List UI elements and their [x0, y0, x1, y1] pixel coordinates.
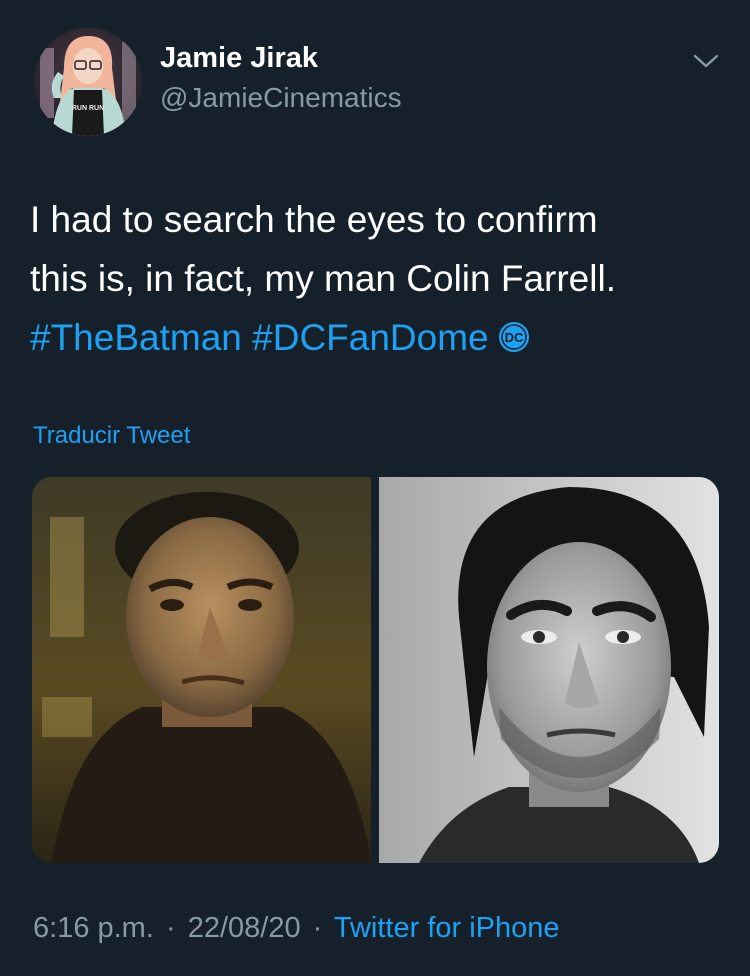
- media-grid: [32, 477, 719, 863]
- user-handle[interactable]: @JamieCinematics: [160, 82, 402, 114]
- photo-penguin-image: [32, 477, 371, 863]
- hashtag-dcfandome[interactable]: #DCFanDome: [252, 317, 488, 358]
- tweet-text: I had to search the eyes to confirm this…: [30, 190, 730, 367]
- dc-logo-text: DC: [504, 330, 523, 345]
- tweet-text-line: I had to search the eyes to confirm: [30, 199, 598, 240]
- avatar-shirt-text: RUN RUN: [72, 105, 104, 112]
- display-name[interactable]: Jamie Jirak: [160, 42, 318, 75]
- media-divider: [371, 477, 379, 863]
- tweet-date[interactable]: 22/08/20: [188, 912, 301, 944]
- tweet-text-line: this is, in fact, my man Colin Farrell.: [30, 258, 616, 299]
- meta-separator: ·: [312, 912, 323, 944]
- avatar[interactable]: RUN RUN: [34, 28, 142, 136]
- photo-penguin[interactable]: [32, 477, 371, 863]
- meta-separator: ·: [165, 912, 176, 944]
- dc-logo-icon: DC: [498, 322, 529, 352]
- tweet-meta: 6:16 p.m. · 22/08/20 · Twitter for iPhon…: [33, 912, 560, 945]
- tweet-source-link[interactable]: Twitter for iPhone: [334, 912, 560, 944]
- chevron-down-icon[interactable]: [692, 52, 720, 70]
- hashtag-line: #TheBatman #DCFanDome DC: [30, 308, 730, 367]
- translate-tweet-link[interactable]: Traducir Tweet: [33, 422, 190, 450]
- avatar-image: RUN RUN: [34, 28, 142, 136]
- photo-colin-farrell-image: [379, 477, 719, 863]
- hashtag-thebatman[interactable]: #TheBatman: [30, 317, 242, 358]
- tweet-card: RUN RUN Jamie Jirak @JamieCinematics I h…: [0, 0, 750, 976]
- tweet-time[interactable]: 6:16 p.m.: [33, 912, 154, 944]
- photo-colin-farrell[interactable]: [379, 477, 719, 863]
